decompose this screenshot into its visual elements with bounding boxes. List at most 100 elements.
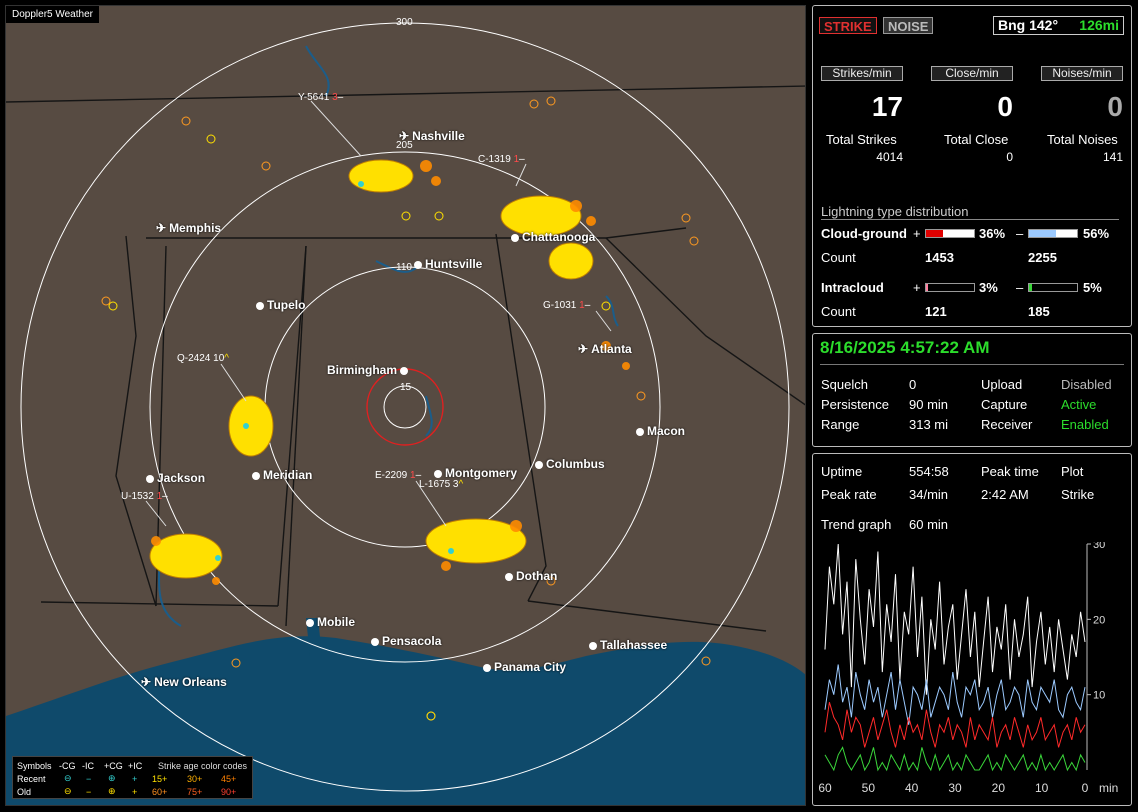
ic-plus-sign: + [913, 280, 921, 295]
ring-label-300: 300 [396, 17, 413, 28]
storm-label-q2424[interactable]: Q-2424 10^ [177, 353, 229, 364]
upload-value[interactable]: Disabled [1061, 377, 1112, 392]
pos-cg-old-icon: ⊕ [108, 786, 116, 796]
uptime-value: 554:58 [909, 464, 949, 479]
receiver-label: Receiver [981, 417, 1033, 432]
bearing-readout: Bng 142° 126mi [993, 16, 1124, 35]
airport-icon: ✈ [141, 675, 152, 689]
city-meridian[interactable]: Meridian [252, 468, 312, 482]
city-new-orleans[interactable]: ✈ New Orleans [141, 675, 227, 689]
cg-negative-pct: 56% [1083, 226, 1110, 241]
cg-positive-pct: 36% [979, 226, 1006, 241]
city-birmingham[interactable]: Birmingham [327, 363, 411, 377]
city-nashville[interactable]: ✈ Nashville [399, 129, 465, 143]
city-memphis[interactable]: ✈ Memphis [156, 221, 221, 235]
total-noises-label: Total Noises [1047, 132, 1118, 147]
upload-label: Upload [981, 377, 1023, 392]
city-dot-icon [256, 302, 264, 310]
pos-ic-old-icon: + [132, 786, 138, 797]
ic-count-label: Count [821, 304, 856, 319]
plot-value[interactable]: Strike [1061, 487, 1094, 502]
storm-label-g1031[interactable]: G-1031 1– [543, 300, 590, 311]
city-columbus[interactable]: Columbus [535, 457, 605, 471]
x-tick-label: 0 [1082, 781, 1089, 795]
cg-negative-count: 2255 [1028, 250, 1057, 265]
city-huntsville[interactable]: Huntsville [414, 257, 482, 271]
city-chattanooga[interactable]: Chattanooga [511, 230, 595, 244]
squelch-value[interactable]: 0 [909, 377, 916, 392]
city-pensacola[interactable]: Pensacola [371, 634, 441, 648]
x-unit-label: min [1099, 781, 1118, 795]
strike-button[interactable]: STRIKE [819, 17, 877, 34]
noise-button[interactable]: NOISE [883, 17, 934, 34]
storm-label-c1319[interactable]: C-1319 1– [478, 154, 525, 165]
city-dot-icon [371, 638, 379, 646]
strikes-per-min-value: 17 [871, 91, 903, 122]
trend-panel: Uptime 554:58 Peak time Plot Peak rate 3… [812, 453, 1132, 806]
plot-label: Plot [1061, 464, 1084, 479]
city-dot-icon [589, 642, 597, 650]
city-dot-icon [511, 234, 519, 242]
city-dot-icon [306, 619, 314, 627]
trend-chart: 10 20 30 60 50 40 30 20 10 0 min [818, 542, 1118, 795]
neg-cg-recent-icon: ⊖ [64, 773, 72, 783]
total-strikes-value: 4014 [876, 150, 903, 164]
cg-minus-sign: – [1016, 226, 1024, 241]
ic-positive-count: 121 [925, 304, 947, 319]
trend-graph-label: Trend graph [821, 517, 892, 532]
pos-ic-recent-icon: + [132, 773, 138, 784]
city-tupelo[interactable]: Tupelo [256, 298, 305, 312]
city-mobile[interactable]: Mobile [306, 615, 355, 629]
x-tick-label: 30 [948, 781, 962, 795]
cloud-ground-label: Cloud-ground [821, 226, 907, 241]
city-macon[interactable]: Macon [636, 424, 685, 438]
storm-label-l1675[interactable]: L-1675 3^ [419, 479, 463, 490]
cg-positive-bar [925, 229, 975, 238]
city-montgomery[interactable]: Montgomery [434, 466, 517, 480]
close-per-min-label[interactable]: Close/min [931, 66, 1013, 81]
noises-per-min-value: 0 [1107, 91, 1123, 122]
range-value[interactable]: 313 mi [909, 417, 948, 432]
storm-label-e2209[interactable]: E-2209 1– [375, 470, 421, 481]
storm-label-u1532[interactable]: U-1532 1– [121, 491, 168, 502]
cg-positive-count: 1453 [925, 250, 954, 265]
city-panama-city[interactable]: Panama City [483, 660, 566, 674]
city-dot-icon [434, 470, 442, 478]
neg-ic-old-icon: − [86, 786, 92, 797]
city-jackson[interactable]: Jackson [146, 471, 205, 485]
airport-icon: ✈ [399, 129, 410, 143]
receiver-value[interactable]: Enabled [1061, 417, 1109, 432]
status-panel: STRIKE NOISE Bng 142° 126mi Strikes/min … [812, 5, 1132, 327]
ring-label-15: 15 [400, 382, 412, 393]
peak-rate-value: 34/min [909, 487, 949, 502]
total-strikes-label: Total Strikes [826, 132, 897, 147]
strikes-per-min-label[interactable]: Strikes/min [821, 66, 903, 81]
total-close-value: 0 [1006, 150, 1013, 164]
city-dot-icon [483, 664, 491, 672]
ic-positive-bar [925, 283, 975, 292]
city-dot-icon [505, 573, 513, 581]
city-dot-icon [400, 367, 409, 375]
persistence-value[interactable]: 90 min [909, 397, 948, 412]
city-dothan[interactable]: Dothan [505, 569, 557, 583]
storm-label-y5641[interactable]: Y-5641 3– [298, 92, 343, 103]
trend-graph-value[interactable]: 60 min [909, 517, 948, 532]
city-atlanta[interactable]: ✈ Atlanta [578, 342, 632, 356]
cg-count-label: Count [821, 250, 856, 265]
x-tick-label: 40 [905, 781, 919, 795]
intracloud-label: Intracloud [821, 280, 884, 295]
y-tick-label: 20 [1093, 614, 1105, 626]
map-canvas [6, 22, 805, 805]
capture-value[interactable]: Active [1061, 397, 1096, 412]
app-title: Doppler5 Weather [6, 6, 99, 23]
squelch-label: Squelch [821, 377, 868, 392]
close-per-min-value: 0 [997, 91, 1013, 122]
cg-plus-sign: + [913, 226, 921, 241]
trend-series-1 [824, 664, 1086, 725]
peak-rate-label: Peak rate [821, 487, 877, 502]
lightning-map[interactable]: Doppler5 Weather 15 110 205 300 ✈ Nashvil… [5, 5, 806, 806]
pos-cg-recent-icon: ⊕ [108, 773, 116, 783]
noises-per-min-label[interactable]: Noises/min [1041, 66, 1123, 81]
x-tick-label: 60 [818, 781, 832, 795]
city-tallahassee[interactable]: Tallahassee [589, 638, 667, 652]
